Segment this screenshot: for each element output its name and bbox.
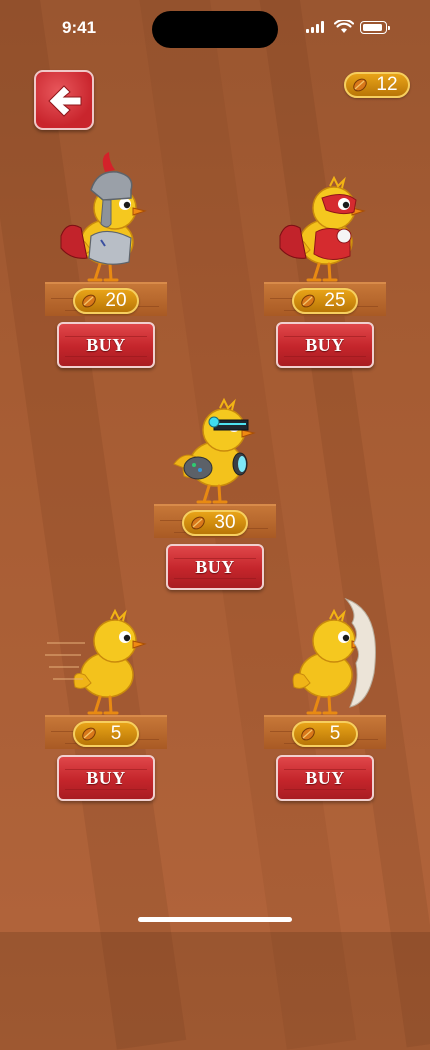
coin-balance: 12	[344, 72, 410, 98]
home-indicator	[138, 917, 292, 922]
price-value: 5	[329, 723, 341, 744]
price-tag: 20	[73, 288, 139, 314]
price-plank: 30	[154, 504, 276, 538]
wifi-icon	[334, 20, 354, 33]
buy-button-hatchling[interactable]: BUY	[276, 755, 374, 801]
buy-button-label: BUY	[195, 556, 235, 577]
price-plank: 25	[264, 282, 386, 316]
seed-coin-icon	[353, 78, 367, 92]
cellular-signal-icon	[306, 21, 324, 33]
seed-coin-icon	[301, 727, 315, 741]
price-plank: 5	[45, 715, 167, 749]
price-tag: 5	[292, 721, 358, 747]
dynamic-island	[152, 11, 278, 48]
buy-button-label: BUY	[305, 334, 345, 355]
price-value: 20	[105, 290, 127, 311]
buy-button-label: BUY	[86, 334, 126, 355]
buy-button-knight[interactable]: BUY	[57, 322, 155, 368]
seed-coin-icon	[82, 294, 96, 308]
seed-coin-icon	[191, 516, 205, 530]
price-tag: 5	[73, 721, 139, 747]
price-value: 25	[324, 290, 346, 311]
status-bar: 9:41	[0, 0, 430, 56]
price-tag: 30	[182, 510, 248, 536]
buy-button-robot[interactable]: BUY	[166, 544, 264, 590]
price-plank: 20	[45, 282, 167, 316]
buy-button-speedy[interactable]: BUY	[57, 755, 155, 801]
buy-button-superhero[interactable]: BUY	[276, 322, 374, 368]
back-button[interactable]	[34, 70, 94, 130]
buy-button-label: BUY	[86, 767, 126, 788]
arrow-left-icon	[48, 85, 82, 117]
battery-icon	[360, 21, 390, 34]
price-plank: 5	[264, 715, 386, 749]
status-time: 9:41	[62, 18, 97, 37]
price-value: 30	[214, 512, 236, 533]
coin-balance-value: 12	[376, 74, 398, 95]
seed-coin-icon	[82, 727, 96, 741]
seed-coin-icon	[301, 294, 315, 308]
buy-button-label: BUY	[305, 767, 345, 788]
price-value: 5	[110, 723, 122, 744]
price-tag: 25	[292, 288, 358, 314]
